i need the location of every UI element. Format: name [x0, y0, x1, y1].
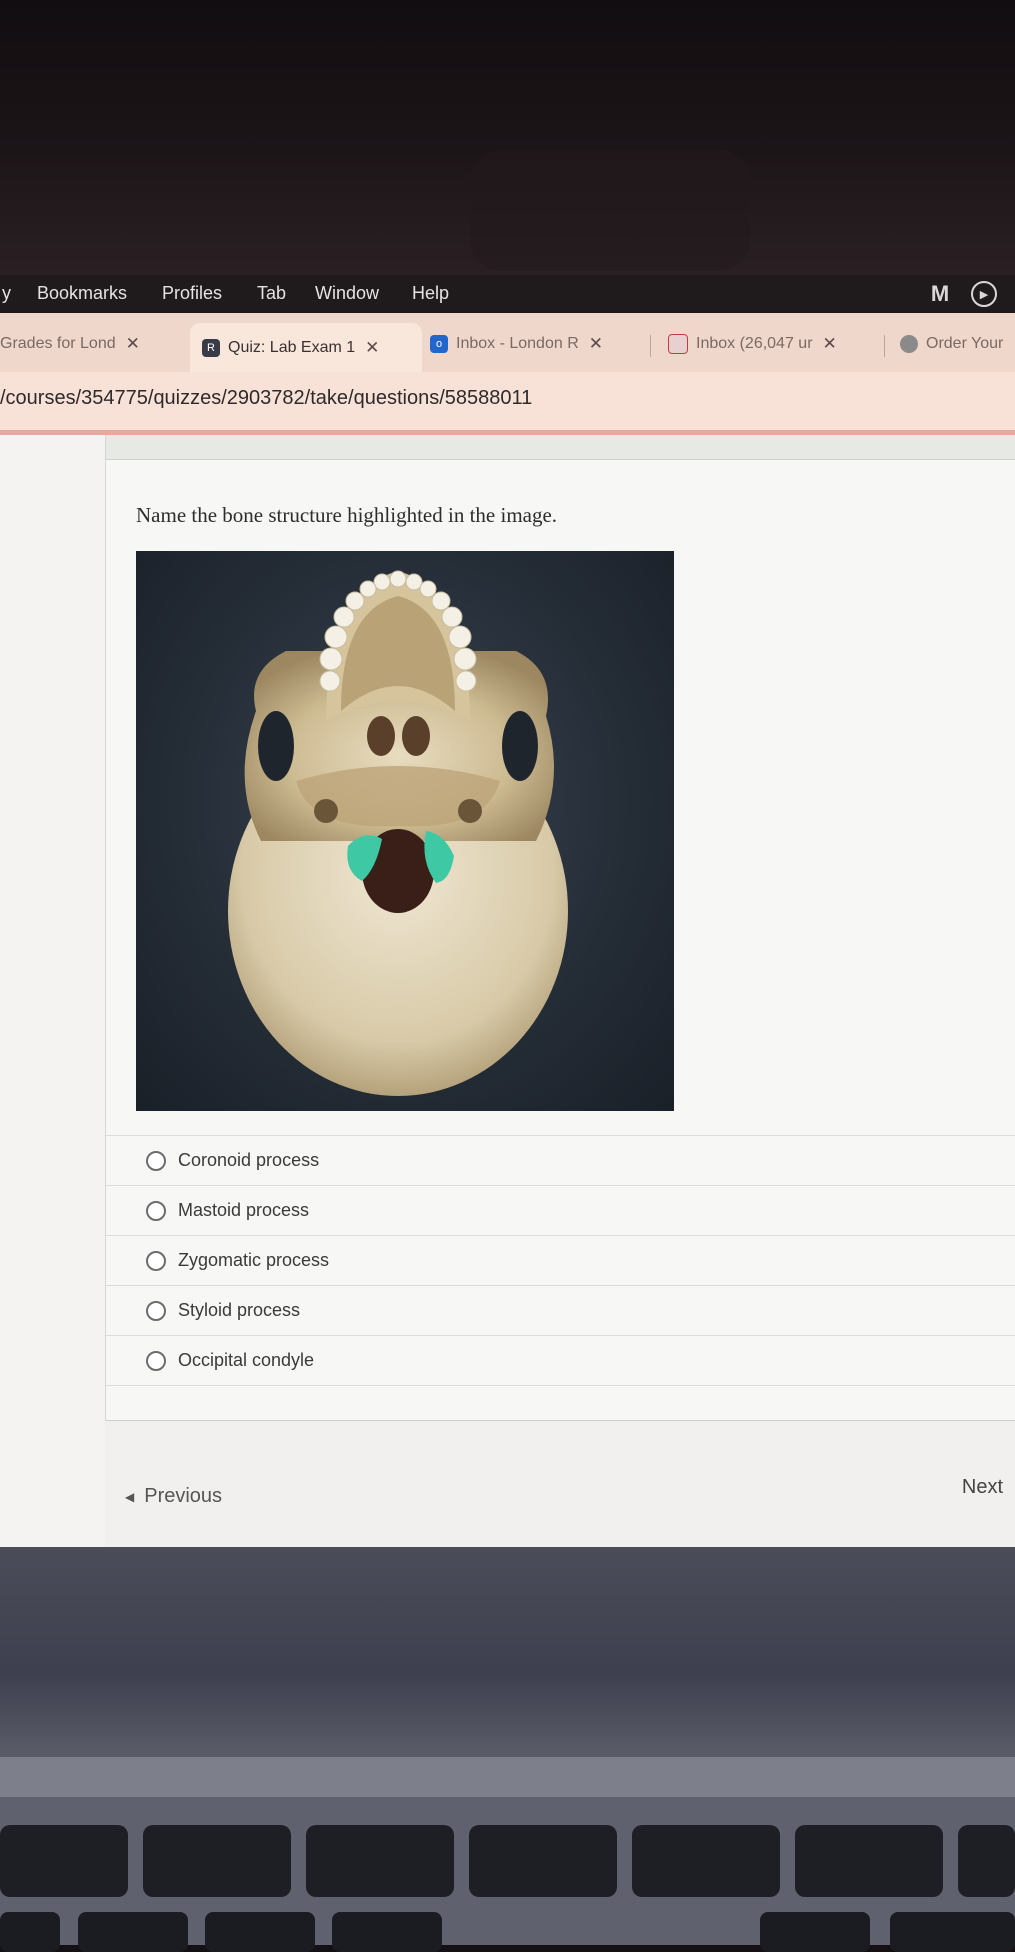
keyboard-key — [760, 1912, 870, 1952]
canvas-favicon-icon: R — [202, 339, 220, 357]
keyboard-key — [0, 1912, 60, 1952]
laptop-bezel-bottom — [0, 1547, 1015, 1757]
keyboard-key — [332, 1912, 442, 1952]
keyboard — [0, 1797, 1015, 1952]
tab-inbox-mail[interactable]: Inbox (26,047 ur ✕ — [668, 323, 873, 365]
close-icon[interactable]: ✕ — [365, 338, 379, 358]
answer-label[interactable]: Occipital condyle — [178, 1350, 314, 1371]
answer-list: Coronoid process Mastoid process Zygomat… — [106, 1135, 1015, 1386]
browser-tab-strip: Grades for Lond ✕ R Quiz: Lab Exam 1 ✕ o… — [0, 313, 1015, 373]
answer-option-styloid[interactable]: Styloid process — [106, 1285, 1015, 1335]
radio-button[interactable] — [146, 1350, 166, 1371]
outlook-favicon-icon: o — [430, 335, 448, 353]
answer-option-mastoid[interactable]: Mastoid process — [106, 1185, 1015, 1235]
quiz-page: Name the bone structure highlighted in t… — [0, 435, 1015, 1815]
keyboard-key — [632, 1825, 780, 1897]
menu-item-window[interactable]: Window — [315, 283, 379, 304]
close-icon[interactable]: ✕ — [823, 334, 837, 354]
tab-order[interactable]: Order Your — [900, 323, 1015, 365]
laptop-bezel-top — [0, 0, 1015, 275]
keyboard-key — [795, 1825, 943, 1897]
globe-favicon-icon — [900, 335, 918, 353]
keyboard-key — [205, 1912, 315, 1952]
close-icon[interactable]: ✕ — [589, 334, 603, 354]
tab-grades[interactable]: Grades for Lond ✕ — [0, 323, 165, 365]
keyboard-key — [890, 1912, 1015, 1952]
next-button[interactable]: Next — [962, 1476, 1003, 1499]
close-icon[interactable]: ✕ — [126, 334, 140, 354]
laptop-hinge — [0, 1757, 1015, 1797]
keyboard-key — [958, 1825, 1015, 1897]
keyboard-key — [306, 1825, 454, 1897]
tab-title: Inbox - London R — [456, 335, 579, 352]
tab-title: Order Your — [926, 335, 1004, 352]
answer-label[interactable]: Mastoid process — [178, 1200, 309, 1221]
keyboard-key — [469, 1825, 617, 1897]
skull-image — [136, 551, 674, 1111]
tab-title: Grades for Lond — [0, 335, 116, 352]
previous-label: Previous — [144, 1485, 223, 1507]
radio-button[interactable] — [146, 1200, 166, 1221]
answer-option-zygomatic[interactable]: Zygomatic process — [106, 1235, 1015, 1285]
tab-separator — [650, 335, 651, 357]
address-bar[interactable]: /courses/354775/quizzes/2903782/take/que… — [0, 372, 1015, 435]
menu-item-profiles[interactable]: Profiles — [162, 283, 222, 304]
menu-item-tab[interactable]: Tab — [257, 283, 286, 304]
answer-option-occipital-condyle[interactable]: Occipital condyle — [106, 1335, 1015, 1386]
url-text[interactable]: /courses/354775/quizzes/2903782/take/que… — [0, 387, 532, 410]
menu-item-bookmarks[interactable]: Bookmarks — [37, 283, 127, 304]
menu-item-help[interactable]: Help — [412, 283, 449, 304]
answer-label[interactable]: Styloid process — [178, 1300, 300, 1321]
previous-button[interactable]: ◀ Previous — [125, 1485, 222, 1508]
left-gutter — [0, 435, 105, 1547]
os-menu-bar: y Bookmarks Profiles Tab Window Help M ▶ — [0, 275, 1015, 313]
tab-title: Inbox (26,047 ur — [696, 335, 813, 352]
question-text: Name the bone structure highlighted in t… — [136, 503, 558, 527]
menu-item-history[interactable]: y — [2, 283, 11, 304]
answer-label[interactable]: Coronoid process — [178, 1150, 319, 1171]
question-card: Name the bone structure highlighted in t… — [105, 435, 1015, 1421]
mail-favicon-icon — [668, 334, 688, 354]
radio-button[interactable] — [146, 1300, 166, 1321]
play-circle-icon[interactable]: ▶ — [971, 281, 997, 307]
keyboard-key — [143, 1825, 291, 1897]
radio-button[interactable] — [146, 1250, 166, 1271]
keyboard-key — [78, 1912, 188, 1952]
tab-quiz-lab-exam[interactable]: R Quiz: Lab Exam 1 ✕ — [190, 323, 422, 373]
skull-inferior-view-illustration — [228, 570, 568, 1096]
tab-inbox-outlook[interactable]: o Inbox - London R ✕ — [430, 323, 635, 365]
question-card-header — [106, 435, 1015, 460]
webcam-housing — [470, 150, 750, 270]
m-logo-icon[interactable]: M — [927, 281, 953, 307]
tab-separator — [884, 335, 885, 357]
tab-title: Quiz: Lab Exam 1 — [228, 339, 356, 356]
answer-option-coronoid[interactable]: Coronoid process — [106, 1135, 1015, 1185]
answer-label[interactable]: Zygomatic process — [178, 1250, 329, 1271]
keyboard-key — [0, 1825, 128, 1897]
radio-button[interactable] — [146, 1150, 166, 1171]
chevron-left-icon: ◀ — [125, 1489, 135, 1504]
